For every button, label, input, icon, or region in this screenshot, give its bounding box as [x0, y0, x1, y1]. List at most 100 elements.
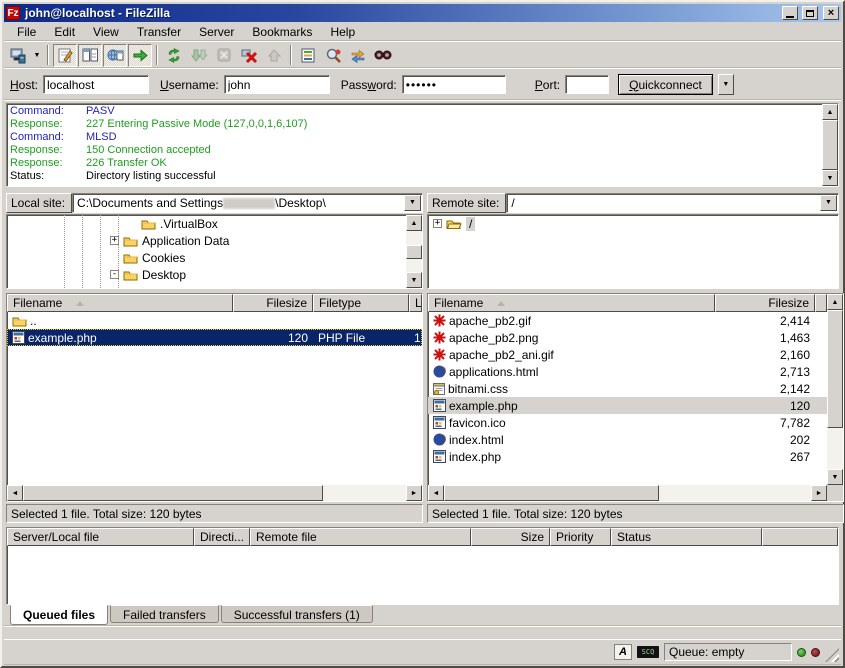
remote-list-vscrollbar[interactable]: ▲ ▼ — [827, 294, 843, 485]
log-line: Status:Directory listing successful — [10, 170, 819, 183]
scroll-down-icon[interactable]: ▼ — [406, 272, 422, 288]
scroll-up-icon[interactable]: ▲ — [822, 104, 838, 120]
file-row-selected[interactable]: example.php 120 — [428, 397, 827, 414]
toggle-message-log-icon[interactable] — [53, 44, 77, 67]
menu-server[interactable]: Server — [190, 23, 243, 41]
password-input[interactable] — [402, 75, 506, 94]
scroll-left-icon[interactable]: ◄ — [7, 485, 23, 501]
site-manager-icon[interactable] — [6, 44, 30, 67]
host-input[interactable] — [43, 75, 149, 94]
file-row[interactable]: apache_pb2.gif 2,414 — [428, 312, 827, 329]
tree-item-cookies[interactable]: Cookies — [7, 249, 406, 266]
tab-successful-transfers[interactable]: Successful transfers (1) — [221, 605, 373, 623]
data-type-indicator-icon: A — [614, 644, 632, 660]
tree-item-virtualbox[interactable]: .VirtualBox — [7, 215, 406, 232]
file-row[interactable]: applications.html 2,713 — [428, 363, 827, 380]
cancel-operation-icon[interactable] — [212, 44, 236, 67]
file-list-panes: Filename Filesize Filetype L .. — [4, 293, 841, 523]
scroll-right-icon[interactable]: ► — [406, 485, 422, 501]
parent-directory-row[interactable]: .. — [7, 312, 422, 329]
tab-failed-transfers[interactable]: Failed transfers — [110, 605, 219, 623]
firefox-html-icon — [433, 433, 446, 446]
message-log-lines: Command:PASV Response:227 Entering Passi… — [7, 104, 822, 186]
chevron-down-icon[interactable]: ▼ — [404, 195, 421, 211]
compare-directories-icon[interactable] — [321, 44, 345, 67]
menu-help[interactable]: Help — [321, 23, 364, 41]
log-scrollbar[interactable]: ▲ ▼ — [822, 104, 838, 186]
minimize-button[interactable] — [782, 6, 798, 20]
close-button[interactable]: × — [823, 6, 839, 20]
title-bar[interactable]: Fz john@localhost - FileZilla × — [4, 4, 841, 22]
file-row[interactable]: index.html 202 — [428, 431, 827, 448]
process-queue-icon[interactable] — [187, 44, 211, 67]
column-header-filesize[interactable]: Filesize — [715, 294, 815, 312]
scroll-down-icon[interactable]: ▼ — [822, 170, 838, 186]
find-files-icon[interactable] — [371, 44, 395, 67]
scrollbar-thumb[interactable] — [827, 310, 843, 428]
column-header-filename[interactable]: Filename — [428, 294, 715, 312]
column-header-remote-file[interactable]: Remote file — [250, 528, 471, 546]
scrollbar-thumb[interactable] — [23, 485, 323, 501]
file-row[interactable]: apache_pb2_ani.gif 2,160 — [428, 346, 827, 363]
toggle-local-tree-icon[interactable] — [78, 44, 102, 67]
menu-file[interactable]: File — [8, 23, 45, 41]
scroll-right-icon[interactable]: ► — [811, 485, 827, 501]
file-row-example-php[interactable]: example.php 120 PHP File 1 — [7, 329, 422, 346]
scrollbar-thumb[interactable] — [444, 485, 659, 501]
expand-plus-icon[interactable]: + — [433, 219, 442, 228]
port-input[interactable] — [565, 75, 609, 94]
status-bar: A SCQ Queue: empty — [4, 639, 841, 664]
toggle-transfer-queue-icon[interactable] — [128, 44, 152, 67]
tree-item-desktop[interactable]: - Desktop — [7, 266, 406, 283]
filter-icon[interactable] — [296, 44, 320, 67]
local-list-hscrollbar[interactable]: ◄ ► — [7, 485, 422, 501]
menu-edit[interactable]: Edit — [45, 23, 84, 41]
scroll-up-icon[interactable]: ▲ — [827, 294, 843, 310]
reconnect-icon[interactable] — [262, 44, 286, 67]
scrollbar-thumb[interactable] — [406, 245, 422, 259]
disconnect-icon[interactable] — [237, 44, 261, 67]
column-header-filetype[interactable]: Filetype — [313, 294, 409, 312]
column-header-last-modified[interactable]: L — [409, 294, 422, 312]
speed-limit-icon[interactable]: SCQ — [637, 646, 659, 658]
column-header-server-local-file[interactable]: Server/Local file — [7, 528, 194, 546]
queue-tabs: Queued files Failed transfers Successful… — [4, 605, 841, 626]
scrollbar-thumb[interactable] — [822, 120, 838, 170]
remote-list-hscrollbar[interactable]: ◄ ► — [428, 485, 843, 501]
file-row[interactable]: apache_pb2.png 1,463 — [428, 329, 827, 346]
tab-queued-files[interactable]: Queued files — [10, 605, 108, 625]
remote-site-combobox[interactable]: / ▼ — [506, 193, 839, 213]
menu-bookmarks[interactable]: Bookmarks — [243, 23, 321, 41]
file-row[interactable]: index.php 267 — [428, 448, 827, 465]
scroll-up-icon[interactable]: ▲ — [406, 215, 422, 231]
scroll-down-icon[interactable]: ▼ — [827, 469, 843, 485]
column-header-filename[interactable]: Filename — [7, 294, 233, 312]
column-header-status[interactable]: Status — [611, 528, 762, 546]
column-header-direction[interactable]: Directi... — [194, 528, 250, 546]
toggle-remote-tree-icon[interactable] — [103, 44, 127, 67]
site-manager-dropdown-icon[interactable]: ▼ — [31, 44, 43, 67]
scroll-left-icon[interactable]: ◄ — [428, 485, 444, 501]
quickconnect-button[interactable]: Quickconnect — [618, 74, 713, 95]
file-row[interactable]: bitnami.css 2,142 — [428, 380, 827, 397]
menu-transfer[interactable]: Transfer — [128, 23, 190, 41]
column-header-size[interactable]: Size — [471, 528, 550, 546]
local-site-combobox[interactable]: C:\Documents and Settings\Desktop\ ▼ — [72, 193, 423, 213]
local-tree-scrollbar[interactable]: ▲ ▼ — [406, 215, 422, 288]
tree-guide-line — [64, 215, 65, 288]
maximize-button[interactable] — [802, 6, 818, 20]
menu-view[interactable]: View — [84, 23, 128, 41]
quickconnect-dropdown-icon[interactable]: ▼ — [718, 74, 734, 95]
column-header-priority[interactable]: Priority — [550, 528, 611, 546]
tree-item-application-data[interactable]: + Application Data — [7, 232, 406, 249]
file-row[interactable]: favicon.ico 7,782 — [428, 414, 827, 431]
synchronized-browsing-icon[interactable] — [346, 44, 370, 67]
broken-image-icon — [433, 348, 446, 361]
activity-indicator-red-icon — [811, 648, 820, 657]
chevron-down-icon[interactable]: ▼ — [820, 195, 837, 211]
resize-grip[interactable] — [825, 648, 839, 662]
tree-item-root[interactable]: + / — [428, 215, 838, 232]
refresh-icon[interactable] — [162, 44, 186, 67]
username-input[interactable] — [224, 75, 330, 94]
column-header-filesize[interactable]: Filesize — [233, 294, 313, 312]
